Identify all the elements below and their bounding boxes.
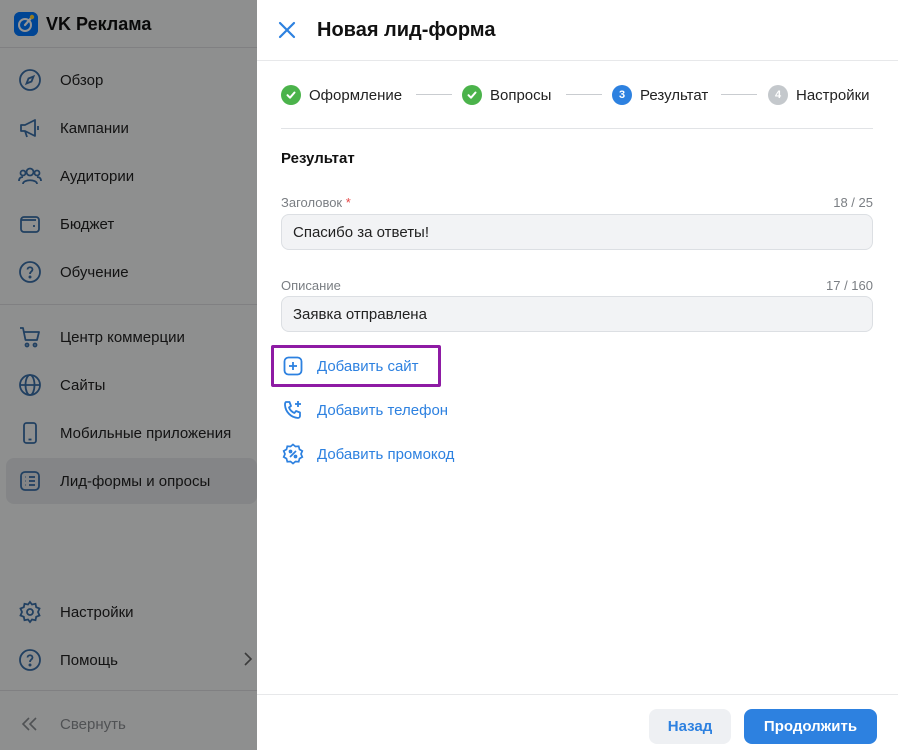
- add-phone-button[interactable]: Добавить телефон: [281, 397, 448, 423]
- page-title: Новая лид-форма: [317, 19, 496, 41]
- add-site-button[interactable]: Добавить сайт: [281, 353, 419, 379]
- discount-badge-icon: [281, 442, 305, 466]
- description-input[interactable]: [281, 296, 873, 332]
- check-icon: [281, 85, 301, 105]
- required-mark: *: [345, 195, 351, 210]
- section-title: Результат: [281, 150, 355, 167]
- step-connector: [416, 94, 452, 95]
- continue-button[interactable]: Продолжить: [744, 709, 877, 744]
- step-number-badge: 4: [768, 85, 788, 105]
- lead-form-panel: Новая лид-форма Оформление Вопросы 3 Рез…: [257, 0, 898, 750]
- heading-label: Заголовок *: [281, 195, 351, 210]
- step-number-badge: 3: [612, 85, 632, 105]
- step-result[interactable]: 3 Результат: [612, 84, 708, 106]
- step-settings[interactable]: 4 Настройки: [768, 84, 870, 106]
- modal-backdrop[interactable]: [0, 0, 257, 750]
- heading-input[interactable]: [281, 214, 873, 250]
- step-design[interactable]: Оформление: [281, 84, 402, 106]
- stepper: Оформление Вопросы 3 Результат 4 Настрой…: [281, 84, 873, 106]
- add-promocode-button[interactable]: Добавить промокод: [281, 441, 454, 467]
- step-connector: [566, 94, 602, 95]
- header-divider: [257, 60, 898, 61]
- footer-divider: [257, 694, 898, 695]
- stepper-divider: [281, 128, 873, 129]
- heading-char-counter: 18 / 25: [833, 195, 873, 210]
- check-icon: [462, 85, 482, 105]
- description-char-counter: 17 / 160: [826, 278, 873, 293]
- close-icon[interactable]: [275, 18, 299, 42]
- back-button[interactable]: Назад: [649, 709, 731, 744]
- description-label: Описание: [281, 278, 341, 293]
- plus-square-icon: [281, 354, 305, 378]
- step-questions[interactable]: Вопросы: [462, 84, 551, 106]
- step-connector: [721, 94, 757, 95]
- phone-add-icon: [281, 398, 305, 422]
